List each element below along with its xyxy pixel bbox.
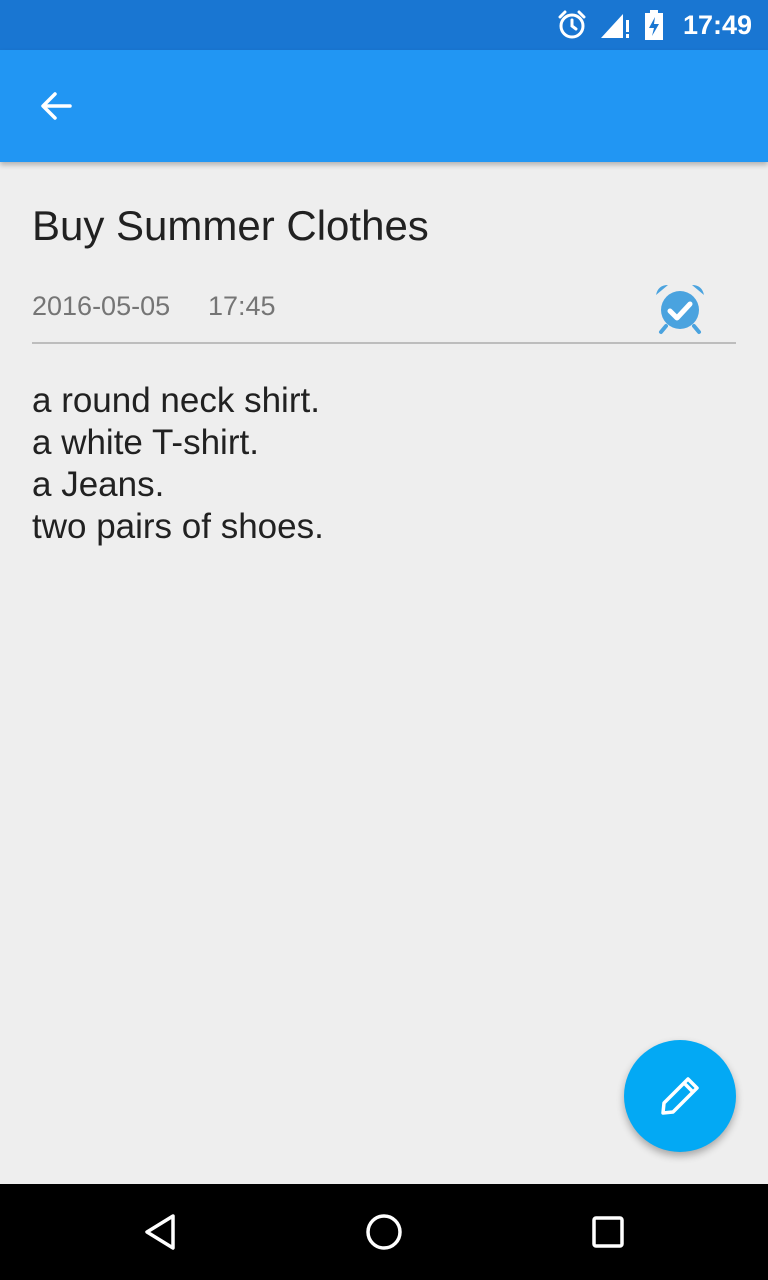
status-bar: 17:49 <box>0 0 768 50</box>
note-line: a Jeans. <box>32 465 165 504</box>
back-triangle-icon <box>145 1214 175 1250</box>
nav-back-button[interactable] <box>136 1208 184 1256</box>
reminder-time[interactable]: 17:45 <box>208 288 276 324</box>
status-icons: 17:49 <box>557 0 752 50</box>
reminder-row[interactable]: 2016-05-05 17:45 <box>32 285 736 344</box>
note-content: Buy Summer Clothes 2016-05-05 17:45 a ro… <box>32 162 736 548</box>
alarm-button[interactable] <box>652 280 708 336</box>
arrow-back-icon <box>41 92 72 120</box>
app-bar <box>0 50 768 162</box>
edit-pencil-icon <box>661 1077 699 1115</box>
reminder-date[interactable]: 2016-05-05 <box>32 288 170 324</box>
note-line: two pairs of shoes. <box>32 507 324 546</box>
note-title: Buy Summer Clothes <box>32 202 429 249</box>
alarm-check-icon <box>656 285 704 334</box>
status-time: 17:49 <box>682 9 752 40</box>
home-circle-icon <box>366 1214 402 1250</box>
recents-square-icon <box>592 1216 624 1248</box>
battery-icon <box>644 10 663 40</box>
system-nav-bar <box>0 1184 768 1280</box>
note-line: a round neck shirt. <box>32 381 320 420</box>
edit-fab-button[interactable] <box>624 1040 736 1152</box>
note-body: a round neck shirt. a white T-shirt. a J… <box>32 380 736 548</box>
nav-recents-button[interactable] <box>584 1208 632 1256</box>
nav-home-button[interactable] <box>360 1208 408 1256</box>
signal-icon <box>600 14 629 38</box>
note-line: a white T-shirt. <box>32 423 259 462</box>
back-button[interactable] <box>24 74 88 138</box>
alarm-icon <box>558 10 586 39</box>
